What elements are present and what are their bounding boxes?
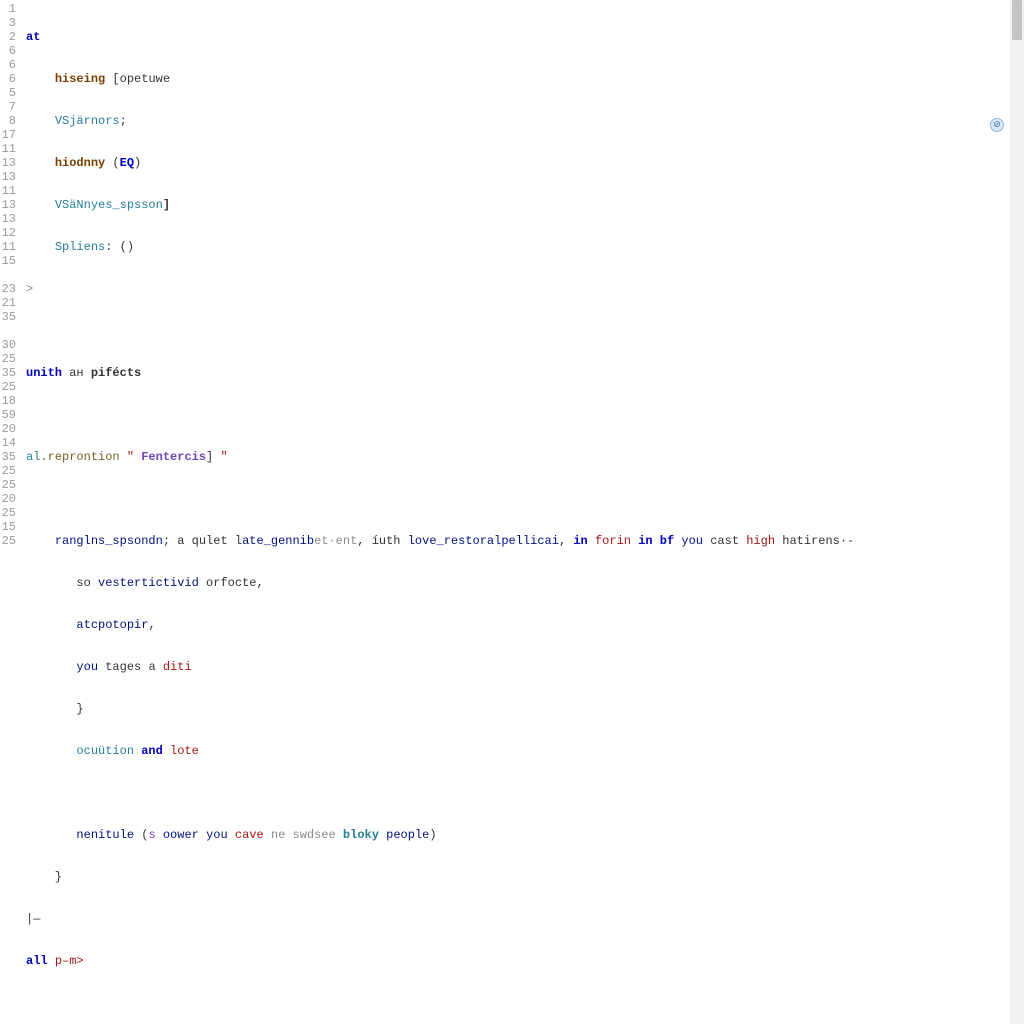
line-number: 14 — [0, 436, 16, 450]
scrollbar-thumb[interactable] — [1012, 0, 1022, 40]
line-number: 25 — [0, 380, 16, 394]
line-number: 15 — [0, 520, 16, 534]
line-number: 13 — [0, 156, 16, 170]
line-number: 15 — [0, 254, 16, 268]
line-number: 25 — [0, 506, 16, 520]
code-line: ranglns_spsondn; a qulet late_gennibet·e… — [26, 534, 1024, 548]
line-number: 23 — [0, 282, 16, 296]
line-number: 3 — [0, 16, 16, 30]
line-number: 6 — [0, 44, 16, 58]
code-line: Spliens: () — [26, 240, 1024, 254]
code-line: VSjärnors; — [26, 114, 1024, 128]
code-line: at — [26, 30, 1024, 44]
line-number: 30 — [0, 338, 16, 352]
code-line — [26, 408, 1024, 422]
code-line — [26, 786, 1024, 800]
line-number — [0, 268, 16, 282]
line-number: 17 — [0, 128, 16, 142]
line-number: 8 — [0, 114, 16, 128]
code-area[interactable]: at hiseing [opetuwe VSjärnors; hiodnny (… — [22, 0, 1024, 1024]
code-line: atсpotopir, — [26, 618, 1024, 632]
code-line: nenitule (s oower you cave ne swdsee blo… — [26, 828, 1024, 842]
code-line: VSäNnyes_spsson] — [26, 198, 1024, 212]
code-line — [26, 492, 1024, 506]
code-line: } — [26, 870, 1024, 884]
code-line: ocuütion and lote — [26, 744, 1024, 758]
line-number: 11 — [0, 184, 16, 198]
code-line — [26, 996, 1024, 1010]
line-number: 18 — [0, 394, 16, 408]
line-number: 20 — [0, 492, 16, 506]
line-number: 25 — [0, 478, 16, 492]
line-number: 13 — [0, 170, 16, 184]
code-line: unith aн pifécts — [26, 366, 1024, 380]
code-line: > — [26, 282, 1024, 296]
code-line: hiseing [opetuwe — [26, 72, 1024, 86]
line-number: 35 — [0, 310, 16, 324]
line-number: 20 — [0, 422, 16, 436]
line-number: 1 — [0, 2, 16, 16]
line-number: 13 — [0, 198, 16, 212]
line-number: 35 — [0, 366, 16, 380]
code-line: hiodnny (EQ) — [26, 156, 1024, 170]
line-number: 25 — [0, 464, 16, 478]
line-number: 12 — [0, 226, 16, 240]
code-line: } — [26, 702, 1024, 716]
code-line: all p–m> — [26, 954, 1024, 968]
code-line: so vestertictivid orfocte, — [26, 576, 1024, 590]
line-number: 11 — [0, 240, 16, 254]
line-number — [0, 324, 16, 338]
line-number: 2 — [0, 30, 16, 44]
code-editor[interactable]: 1 3 2 6 6 6 5 7 8 17 11 13 13 11 13 13 1… — [0, 0, 1024, 1024]
code-line: |— — [26, 912, 1024, 926]
code-line: you tages a diti — [26, 660, 1024, 674]
line-number: 5 — [0, 86, 16, 100]
line-number: 25 — [0, 352, 16, 366]
line-number: 6 — [0, 58, 16, 72]
line-number: 35 — [0, 450, 16, 464]
line-number: 25 — [0, 534, 16, 548]
line-number: 21 — [0, 296, 16, 310]
line-number: 6 — [0, 72, 16, 86]
line-number: 11 — [0, 142, 16, 156]
vertical-scrollbar[interactable]: ∧ — [1010, 0, 1024, 1024]
code-line — [26, 324, 1024, 338]
code-line: al.reprontion " Fentercis] " — [26, 450, 1024, 464]
line-number: 13 — [0, 212, 16, 226]
fold-toggle-icon[interactable]: > — [26, 282, 36, 296]
line-number: 7 — [0, 100, 16, 114]
line-number-gutter[interactable]: 1 3 2 6 6 6 5 7 8 17 11 13 13 11 13 13 1… — [0, 0, 22, 1024]
inline-hint-icon[interactable]: ⊘ — [990, 118, 1004, 132]
line-number: 59 — [0, 408, 16, 422]
